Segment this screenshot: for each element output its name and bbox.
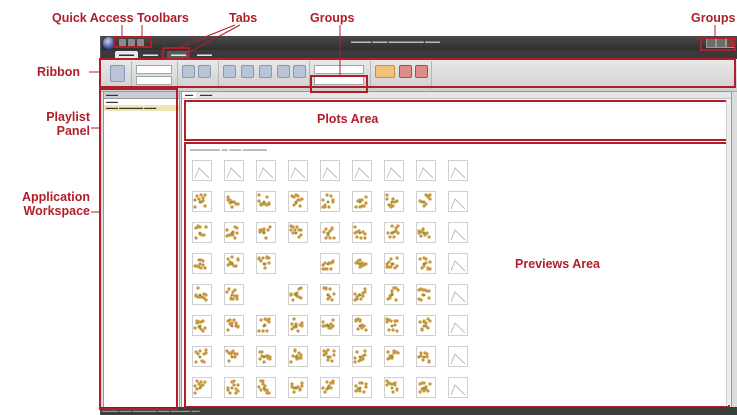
preview-thumbnail[interactable] (416, 377, 436, 398)
preview-thumbnail[interactable] (384, 191, 404, 212)
preview-thumbnail[interactable] (448, 160, 468, 181)
preview-thumbnail[interactable] (352, 315, 372, 336)
preview-thumbnail[interactable] (192, 284, 212, 305)
preview-thumbnail[interactable] (288, 284, 308, 305)
preview-thumbnail[interactable] (352, 191, 372, 212)
preview-thumbnail[interactable] (256, 160, 276, 181)
callout-application-workspace: Application Workspace (6, 190, 90, 218)
preview-thumbnail[interactable] (320, 160, 340, 181)
preview-thumbnail[interactable] (384, 315, 404, 336)
preview-thumbnail[interactable] (384, 377, 404, 398)
preview-thumbnail[interactable] (256, 191, 276, 212)
preview-thumbnail[interactable] (352, 160, 372, 181)
preview-thumbnail[interactable] (416, 222, 436, 243)
preview-thumbnail[interactable] (192, 253, 212, 274)
preview-thumbnail[interactable] (192, 191, 212, 212)
preview-thumbnail[interactable] (256, 315, 276, 336)
callout-groups-right: Groups (691, 11, 736, 25)
callout-ribbon: Ribbon (37, 65, 81, 79)
preview-thumbnail[interactable] (288, 160, 308, 181)
preview-thumbnail[interactable] (224, 377, 244, 398)
playlist-highlight (99, 88, 178, 410)
preview-thumbnail[interactable] (448, 346, 468, 367)
application-workspace: ▬▬ ▬▬▬ Plots Area ▬▬▬▬▬ ▬ ▬▬ ▬▬▬▬ Previe… (181, 91, 732, 408)
preview-thumbnail[interactable] (352, 346, 372, 367)
ribbon-highlight (99, 58, 736, 88)
workspace-tab-1[interactable]: ▬▬ (182, 92, 196, 98)
preview-thumbnail[interactable] (192, 315, 212, 336)
preview-thumbnail[interactable] (416, 315, 436, 336)
preview-thumbnail[interactable] (192, 160, 212, 181)
preview-thumbnail[interactable] (224, 315, 244, 336)
preview-thumbnail[interactable] (448, 222, 468, 243)
preview-thumbnail[interactable] (256, 346, 276, 367)
preview-thumbnail[interactable] (224, 284, 244, 305)
callout-application-workspace-line1: Application (21, 190, 90, 204)
preview-thumbnail[interactable] (320, 377, 340, 398)
preview-thumbnail[interactable] (320, 346, 340, 367)
preview-thumbnail[interactable] (192, 222, 212, 243)
preview-thumbnail[interactable] (384, 222, 404, 243)
workspace-scrollbar[interactable] (726, 100, 731, 405)
preview-thumbnail[interactable] (384, 160, 404, 181)
preview-thumbnail[interactable] (448, 253, 468, 274)
preview-thumbnail[interactable] (448, 191, 468, 212)
preview-thumbnail[interactable] (384, 253, 404, 274)
preview-thumbnail[interactable] (288, 191, 308, 212)
window-title: ▬▬▬▬ ▬▬▬ ▬▬▬▬▬▬▬ ▬▬▬ (351, 39, 441, 45)
preview-thumbnail[interactable] (320, 222, 340, 243)
preview-thumbnail[interactable] (192, 377, 212, 398)
previews-title: ▬▬▬▬▬ ▬ ▬▬ ▬▬▬▬ (190, 147, 268, 153)
preview-thumbnail[interactable] (352, 284, 372, 305)
preview-thumbnail[interactable] (224, 160, 244, 181)
plots-area[interactable]: Plots Area (184, 100, 730, 141)
preview-thumbnail[interactable] (192, 346, 212, 367)
preview-thumbnail[interactable] (416, 346, 436, 367)
title-bar: ▬▬▬▬ ▬▬▬ ▬▬▬▬▬▬▬ ▬▬▬ (101, 36, 737, 50)
preview-thumbnail[interactable] (256, 253, 276, 274)
preview-thumbnail[interactable] (256, 222, 276, 243)
quick-access-highlight (113, 36, 152, 48)
preview-thumbnail[interactable] (288, 315, 308, 336)
callout-playlist-panel-line2: Panel (56, 124, 90, 138)
preview-thumbnail[interactable] (224, 222, 244, 243)
callout-tabs: Tabs (229, 11, 258, 25)
preview-thumbnail[interactable] (320, 284, 340, 305)
preview-thumbnail[interactable] (288, 346, 308, 367)
callout-quick-access-toolbars: Quick Access Toolbars (52, 11, 189, 25)
preview-thumbnail[interactable] (416, 284, 436, 305)
previews-area[interactable]: ▬▬▬▬▬ ▬ ▬▬ ▬▬▬▬ Previews Area (184, 142, 730, 408)
preview-thumbnail[interactable] (448, 284, 468, 305)
callout-application-workspace-line2: Workspace (23, 204, 90, 218)
workspace-tabs: ▬▬ ▬▬▬ (182, 92, 731, 99)
status-bar: ▬▬▬▬ ▬▬▬ ▬▬▬▬▬▬ ▬▬▬ ▬▬▬▬▬ ▬▬ (101, 407, 737, 415)
application-window: ▬▬▬▬ ▬▬▬ ▬▬▬▬▬▬▬ ▬▬▬ ▬▬▬ ▬▬▬ ▬▬▬ ▬▬▬ ▬▬▬… (100, 36, 737, 415)
preview-thumbnail[interactable] (416, 191, 436, 212)
workspace-tab-2[interactable]: ▬▬▬ (197, 92, 215, 98)
callout-groups-top: Groups (310, 11, 355, 25)
groups-right-highlight (700, 37, 736, 51)
callout-playlist-panel-line1: Playlist (46, 110, 90, 124)
plots-area-label: Plots Area (317, 112, 379, 126)
preview-thumbnail[interactable] (416, 253, 436, 274)
preview-thumbnail[interactable] (448, 377, 468, 398)
preview-thumbnail[interactable] (320, 253, 340, 274)
preview-thumbnail[interactable] (224, 191, 244, 212)
preview-thumbnail[interactable] (288, 377, 308, 398)
preview-thumbnail[interactable] (320, 315, 340, 336)
preview-thumbnail[interactable] (384, 284, 404, 305)
preview-thumbnail[interactable] (224, 346, 244, 367)
preview-thumbnail[interactable] (416, 160, 436, 181)
preview-thumbnail[interactable] (352, 377, 372, 398)
preview-thumbnail[interactable] (320, 191, 340, 212)
preview-thumbnail[interactable] (224, 253, 244, 274)
preview-thumbnail[interactable] (352, 222, 372, 243)
preview-thumbnail[interactable] (352, 253, 372, 274)
previews-area-label: Previews Area (515, 257, 601, 271)
preview-thumbnail[interactable] (448, 315, 468, 336)
preview-thumbnail[interactable] (384, 346, 404, 367)
preview-thumbnail[interactable] (288, 222, 308, 243)
preview-thumbnail[interactable] (256, 377, 276, 398)
callout-playlist-panel: Playlist Panel (30, 110, 90, 138)
